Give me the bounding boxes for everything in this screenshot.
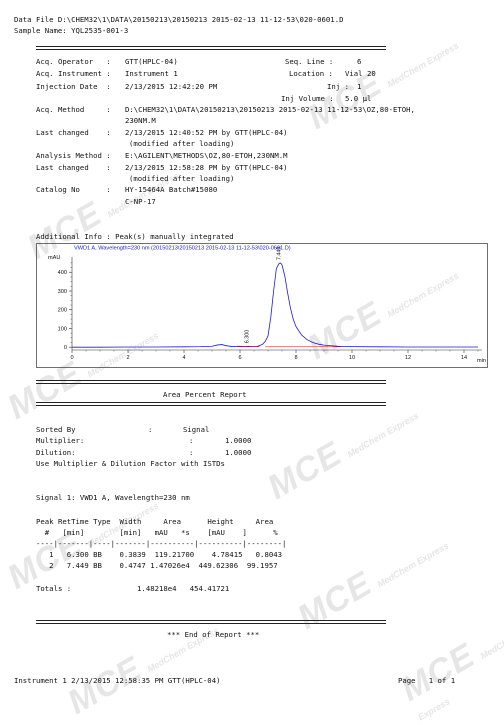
dilution: 1.0000 [225, 448, 252, 457]
catalog-no-cont: C-NP-17 [125, 197, 156, 206]
report-rule-bottom [36, 402, 386, 406]
y-tick-label: 200 [58, 308, 67, 314]
chromatogram: VWD1 A, Wavelength=230 nm (20150213\2015… [36, 243, 488, 368]
x-tick-label: 2 [126, 355, 129, 361]
acq-operator: GTT(HPLC-04) [125, 57, 178, 66]
chromatogram-svg: VWD1 A, Wavelength=230 nm (20150213\2015… [36, 243, 488, 368]
signal-line: Signal 1: VWD1 A, Wavelength=230 nm [36, 493, 190, 502]
table-row: 1 6.300 BB 0.3839 119.21700 4.78415 0.80… [36, 550, 283, 559]
report-title: Area Percent Report [163, 390, 247, 399]
seq-line: 6 [357, 57, 362, 66]
x-tick-label: 4 [182, 355, 185, 361]
plot-area: 6.300 7.449 [72, 247, 478, 348]
dilution-label: Dilution: [36, 448, 76, 457]
series-line [72, 262, 478, 348]
end-of-report: *** End of Report *** [167, 630, 260, 639]
chart-title: VWD1 A, Wavelength=230 nm (20150213\2015… [74, 246, 291, 252]
totals-row: Totals : 1.48218e4 454.41721 [36, 584, 230, 593]
multiplier-colon: : [189, 436, 194, 445]
table-header-2: # [min] [min] mAU *s [mAU ] % [36, 528, 278, 537]
y-axis-label: mAU [48, 255, 60, 261]
last-changed: 2/13/2015 12:40:52 PM by GTT(HPLC-04) [125, 128, 288, 137]
last-changed-note-2: (modified after loading) [129, 174, 235, 183]
sample-name: Sample Name: YQL2535-001-3 [14, 26, 129, 35]
y-tick-label: 0 [64, 345, 67, 351]
seq-line-label: Seq. Line : [285, 57, 334, 66]
sorted-by: Signal [183, 425, 210, 434]
watermark: MCEMedChem Express [301, 40, 461, 137]
acq-method: D:\CHEM32\1\DATA\20150213\20150213 2015-… [125, 105, 415, 114]
last-changed-2: 2/13/2015 12:58:28 PM by GTT(HPLC-04) [125, 163, 288, 172]
y-tick-label: 100 [58, 326, 67, 332]
table-separator: ----|-------|----|-------|----------|---… [36, 539, 287, 548]
top-rule [36, 46, 386, 50]
x-tick-label: 0 [70, 355, 73, 361]
inj-volume-label: Inj Volume : [281, 94, 334, 103]
acq-method-cont: 230NM.M [125, 116, 156, 125]
x-tick-label: 6 [238, 355, 241, 361]
inj-volume: 5.0 µl [345, 94, 372, 103]
inj: 1 [357, 82, 362, 91]
watermark: MCEMedChem Express [394, 630, 504, 723]
acq-instrument-label: Acq. Instrument : [36, 69, 111, 78]
sorted-by-colon: : [148, 425, 153, 434]
x-tick-label: 10 [349, 355, 355, 361]
istd-note: Use Multiplier & Dilution Factor with IS… [36, 459, 225, 468]
axes: 0 100 200 300 400 0 2 4 6 8 10 12 14 [58, 257, 482, 361]
x-tick-label: 12 [405, 355, 411, 361]
acq-instrument: Instrument 1 [125, 69, 178, 78]
location: Vial 20 [345, 69, 376, 78]
x-tick-label: 14 [461, 355, 467, 361]
last-changed-note: (modified after loading) [129, 139, 235, 148]
analysis-method-label: Analysis Method : [36, 151, 111, 160]
injection-date: 2/13/2015 12:42:20 PM [125, 82, 218, 91]
dilution-colon: : [189, 448, 194, 457]
sorted-by-label: Sorted By [36, 425, 76, 434]
peak-label: 7.449 [277, 247, 283, 261]
footer-instrument: Instrument 1 2/13/2015 12:58:35 PM GTT(H… [14, 676, 221, 685]
injection-date-label: Injection Date : [36, 82, 111, 91]
table-header-1: Peak RetTime Type Width Area Height Area [36, 517, 274, 526]
location-label: Location : [289, 69, 333, 78]
table-row: 2 7.449 BB 0.4747 1.47026e4 449.62306 99… [36, 561, 278, 570]
chart-frame [36, 243, 488, 368]
end-rule [36, 620, 386, 624]
acq-operator-label: Acq. Operator : [36, 57, 111, 66]
catalog-no: HY-15464A Batch#15080 [125, 185, 218, 194]
analysis-method: E:\AGILENT\METHODS\OZ,80-ETOH,230NM.M [125, 151, 288, 160]
footer-page: Page 1 of 1 [398, 676, 456, 685]
x-axis-label: min [477, 358, 486, 364]
report-rule-top [36, 380, 386, 384]
catalog-label: Catalog No : [36, 185, 111, 194]
inj-label: Inj : [327, 82, 349, 91]
multiplier-label: Multiplier: [36, 436, 85, 445]
y-tick-label: 300 [58, 289, 67, 295]
additional-info: Additional Info : Peak(s) manually integ… [36, 232, 234, 241]
last-changed-label: Last changed : [36, 128, 111, 137]
y-tick-label: 400 [58, 270, 67, 276]
data-file-path: Data File D:\CHEM32\1\DATA\20150213\2015… [14, 15, 344, 24]
peak-label: 6.300 [244, 330, 250, 344]
last-changed-label-2: Last changed : [36, 163, 111, 172]
x-tick-label: 8 [294, 355, 297, 361]
multiplier: 1.0000 [225, 436, 252, 445]
acq-method-label: Acq. Method : [36, 105, 111, 114]
watermark: MCEMedChem Express [261, 410, 421, 507]
